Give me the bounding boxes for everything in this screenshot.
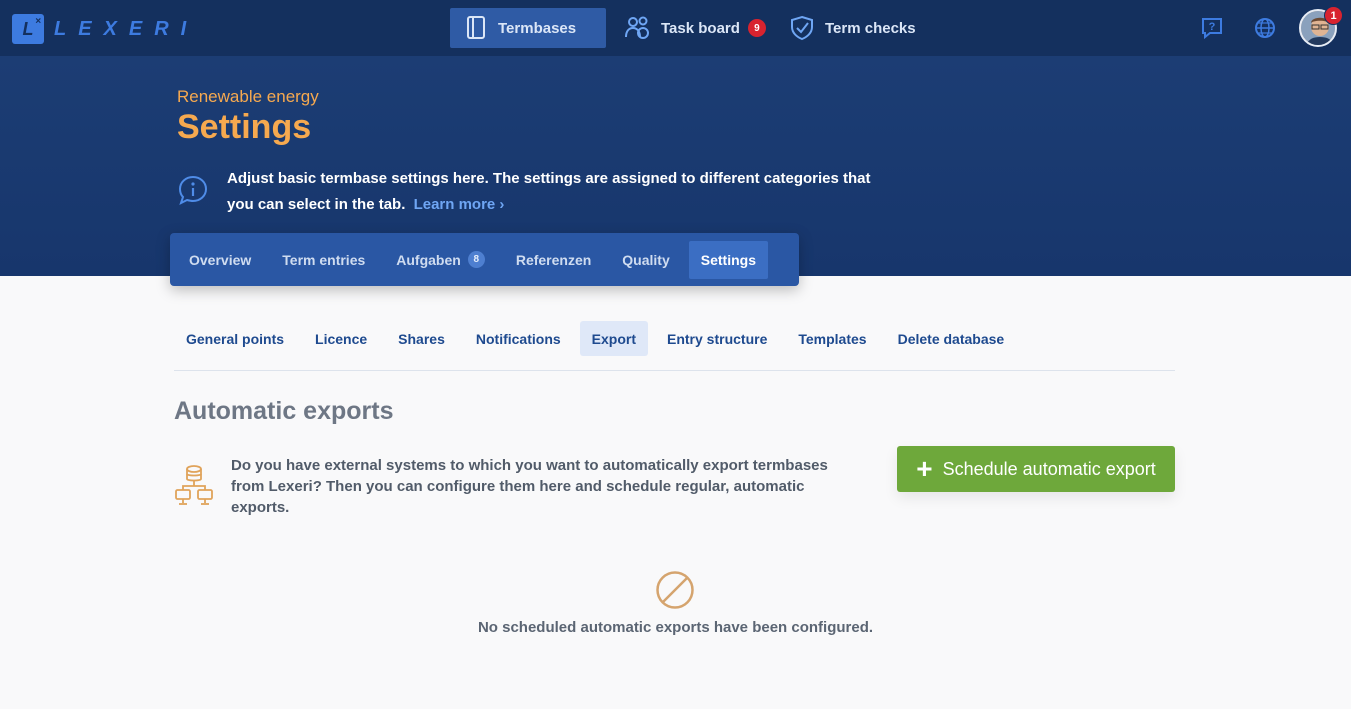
plus-icon: + — [916, 453, 933, 484]
top-bar: L × LEXERI Termbases Task board 9 Term ch… — [0, 0, 1351, 56]
tab-aufgaben-label: Aufgaben — [396, 251, 461, 268]
nav-term-checks[interactable]: Term checks — [790, 8, 920, 48]
shield-check-icon — [791, 15, 813, 41]
notification-badge: 1 — [1324, 6, 1343, 25]
logo-name: LEXERI — [54, 17, 199, 40]
nav-task-board[interactable]: Task board 9 — [625, 8, 770, 48]
svg-text:?: ? — [1209, 21, 1216, 33]
tab-settings[interactable]: Settings — [688, 240, 768, 279]
settings-tab-general[interactable]: General points — [174, 321, 296, 356]
info-text: Adjust basic termbase settings here. The… — [227, 166, 897, 218]
tab-term-entries[interactable]: Term entries — [282, 241, 365, 279]
settings-tab-templates[interactable]: Templates — [786, 321, 878, 356]
people-icon — [625, 16, 649, 39]
empty-state-text: No scheduled automatic exports have been… — [477, 619, 874, 636]
tab-quality[interactable]: Quality — [622, 241, 669, 279]
info-text-body: Adjust basic termbase settings here. The… — [227, 170, 871, 213]
globe-icon[interactable] — [1253, 16, 1277, 40]
nav-termbases-label: Termbases — [498, 19, 577, 37]
nav-task-board-label: Task board — [661, 19, 740, 37]
settings-tab-licence[interactable]: Licence — [303, 321, 379, 356]
schedule-export-button[interactable]: + Schedule automatic export — [897, 446, 1175, 492]
section-title: Automatic exports — [174, 397, 394, 425]
tab-overview[interactable]: Overview — [189, 241, 251, 279]
termbase-tabs: Overview Term entries Aufgaben 8 Referenz… — [170, 233, 799, 286]
schedule-export-label: Schedule automatic export — [942, 458, 1156, 479]
lexeri-logo[interactable]: L × LEXERI — [12, 14, 198, 44]
tab-aufgaben[interactable]: Aufgaben 8 — [396, 241, 485, 279]
database-network-icon — [175, 465, 213, 505]
book-icon — [467, 16, 485, 39]
settings-tab-entry-structure[interactable]: Entry structure — [655, 321, 779, 356]
settings-tabs: General points Licence Shares Notificati… — [174, 321, 1175, 371]
tab-referenzen[interactable]: Referenzen — [516, 241, 591, 279]
settings-tab-delete-database[interactable]: Delete database — [886, 321, 1017, 356]
breadcrumb[interactable]: Renewable energy — [177, 87, 319, 107]
task-board-count-badge: 9 — [747, 19, 766, 37]
prohibited-icon — [656, 571, 694, 609]
info-icon — [178, 175, 208, 205]
settings-tab-export[interactable]: Export — [579, 321, 648, 356]
page-title: Settings — [177, 108, 312, 146]
nav-term-checks-label: Term checks — [825, 19, 916, 37]
settings-tab-shares[interactable]: Shares — [386, 321, 457, 356]
logo-mark: L × — [12, 14, 44, 44]
aufgaben-count-badge: 8 — [467, 251, 485, 268]
nav-termbases[interactable]: Termbases — [450, 8, 606, 48]
learn-more-link[interactable]: Learn more › — [414, 196, 505, 213]
exports-description: Do you have external systems to which yo… — [231, 457, 828, 516]
help-icon[interactable]: ? — [1200, 16, 1224, 40]
settings-tab-notifications[interactable]: Notifications — [464, 321, 573, 356]
